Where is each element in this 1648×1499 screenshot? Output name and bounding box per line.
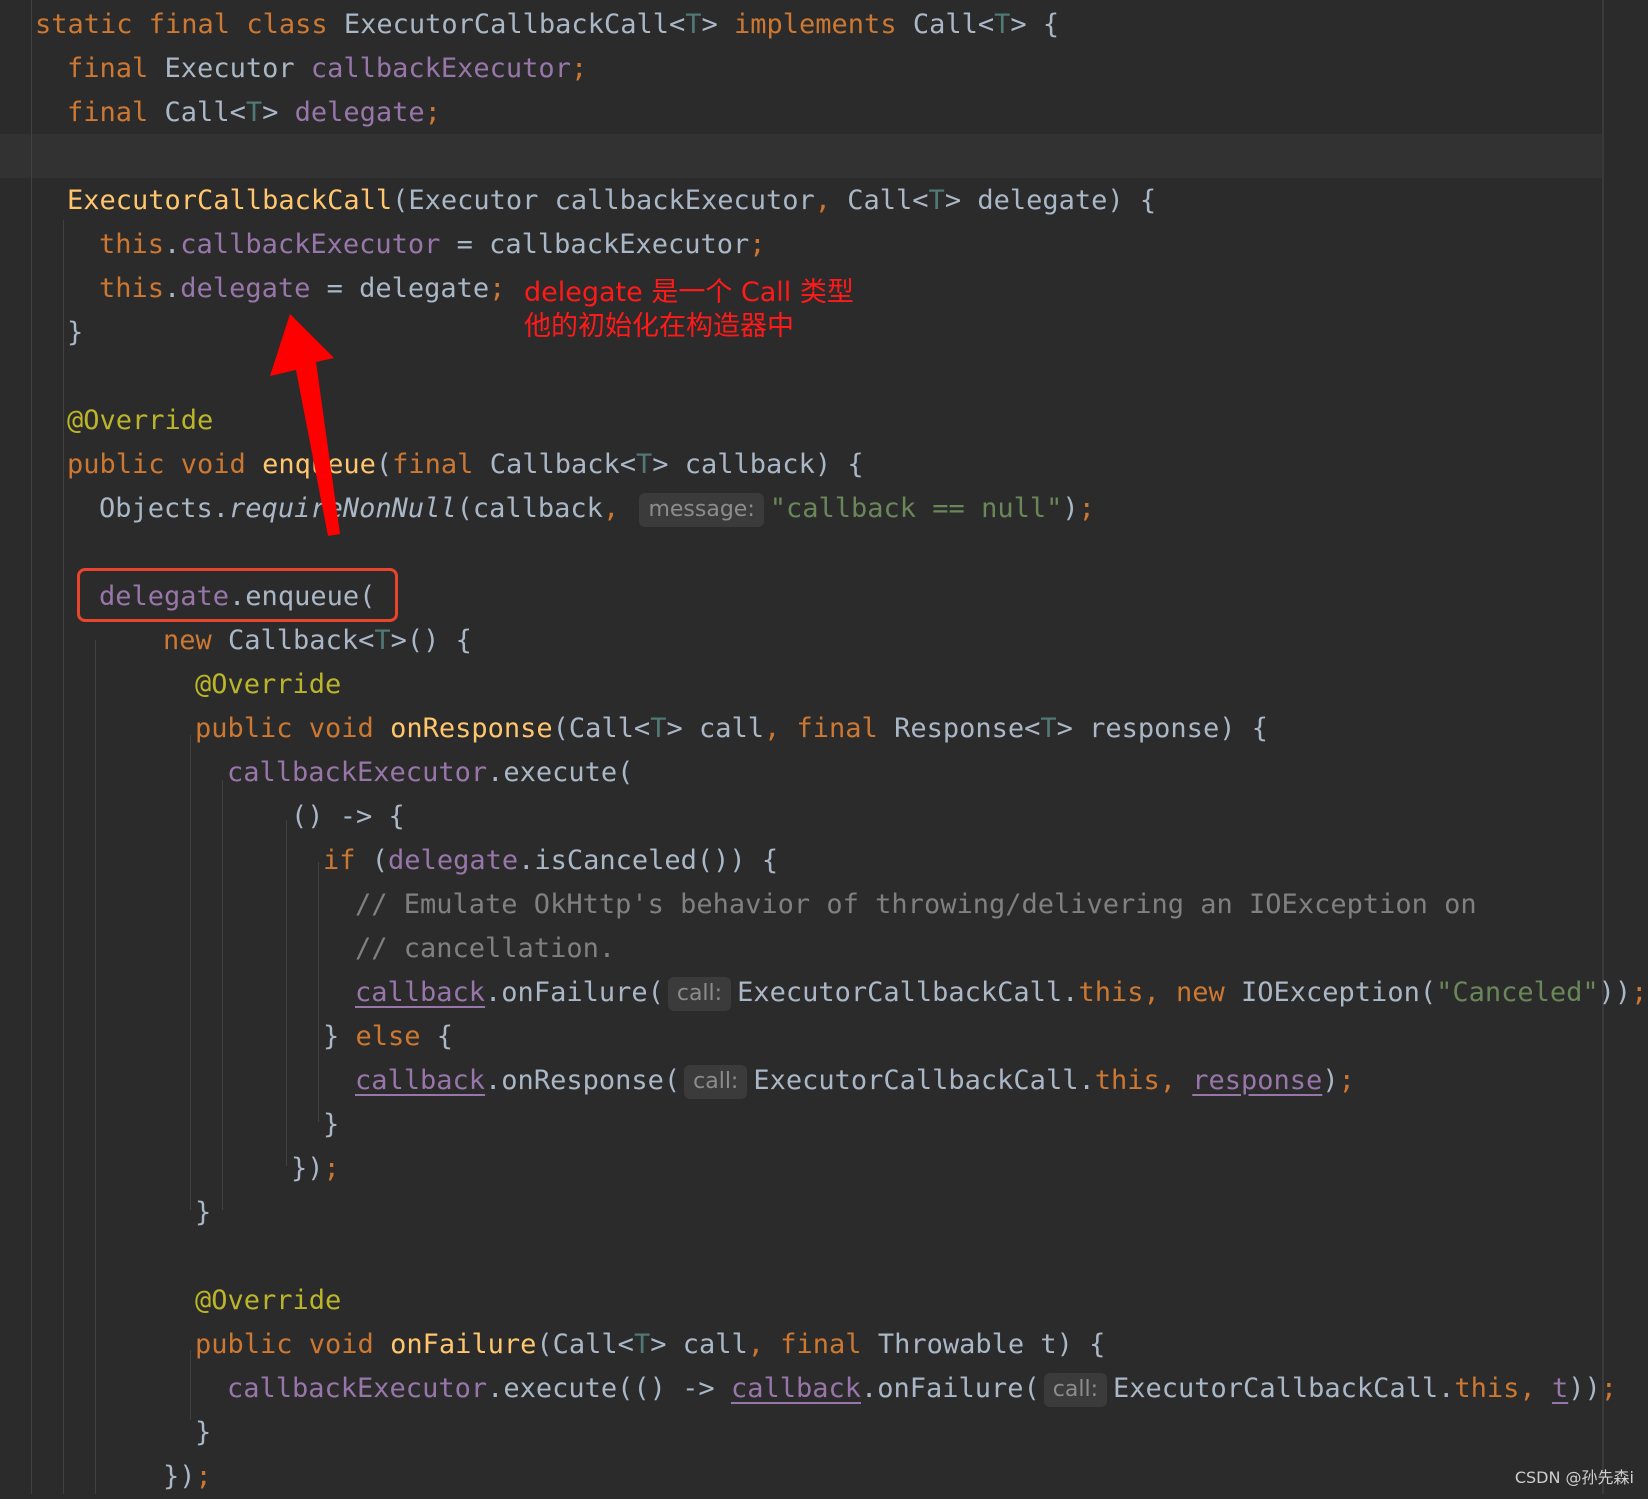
annotation-line-1: delegate 是一个 Call 类型 [524,277,854,308]
arrow-shape [270,314,340,536]
annotation-note: delegate 是一个 Call 类型 他的初始化在构造器中 [524,276,854,344]
code-editor[interactable]: static final class ExecutorCallbackCall<… [0,0,1648,1494]
red-arrow-icon [270,314,340,536]
watermark: CSDN @孙先森i [1514,1468,1634,1487]
annotation-line-2: 他的初始化在构造器中 [524,311,794,342]
